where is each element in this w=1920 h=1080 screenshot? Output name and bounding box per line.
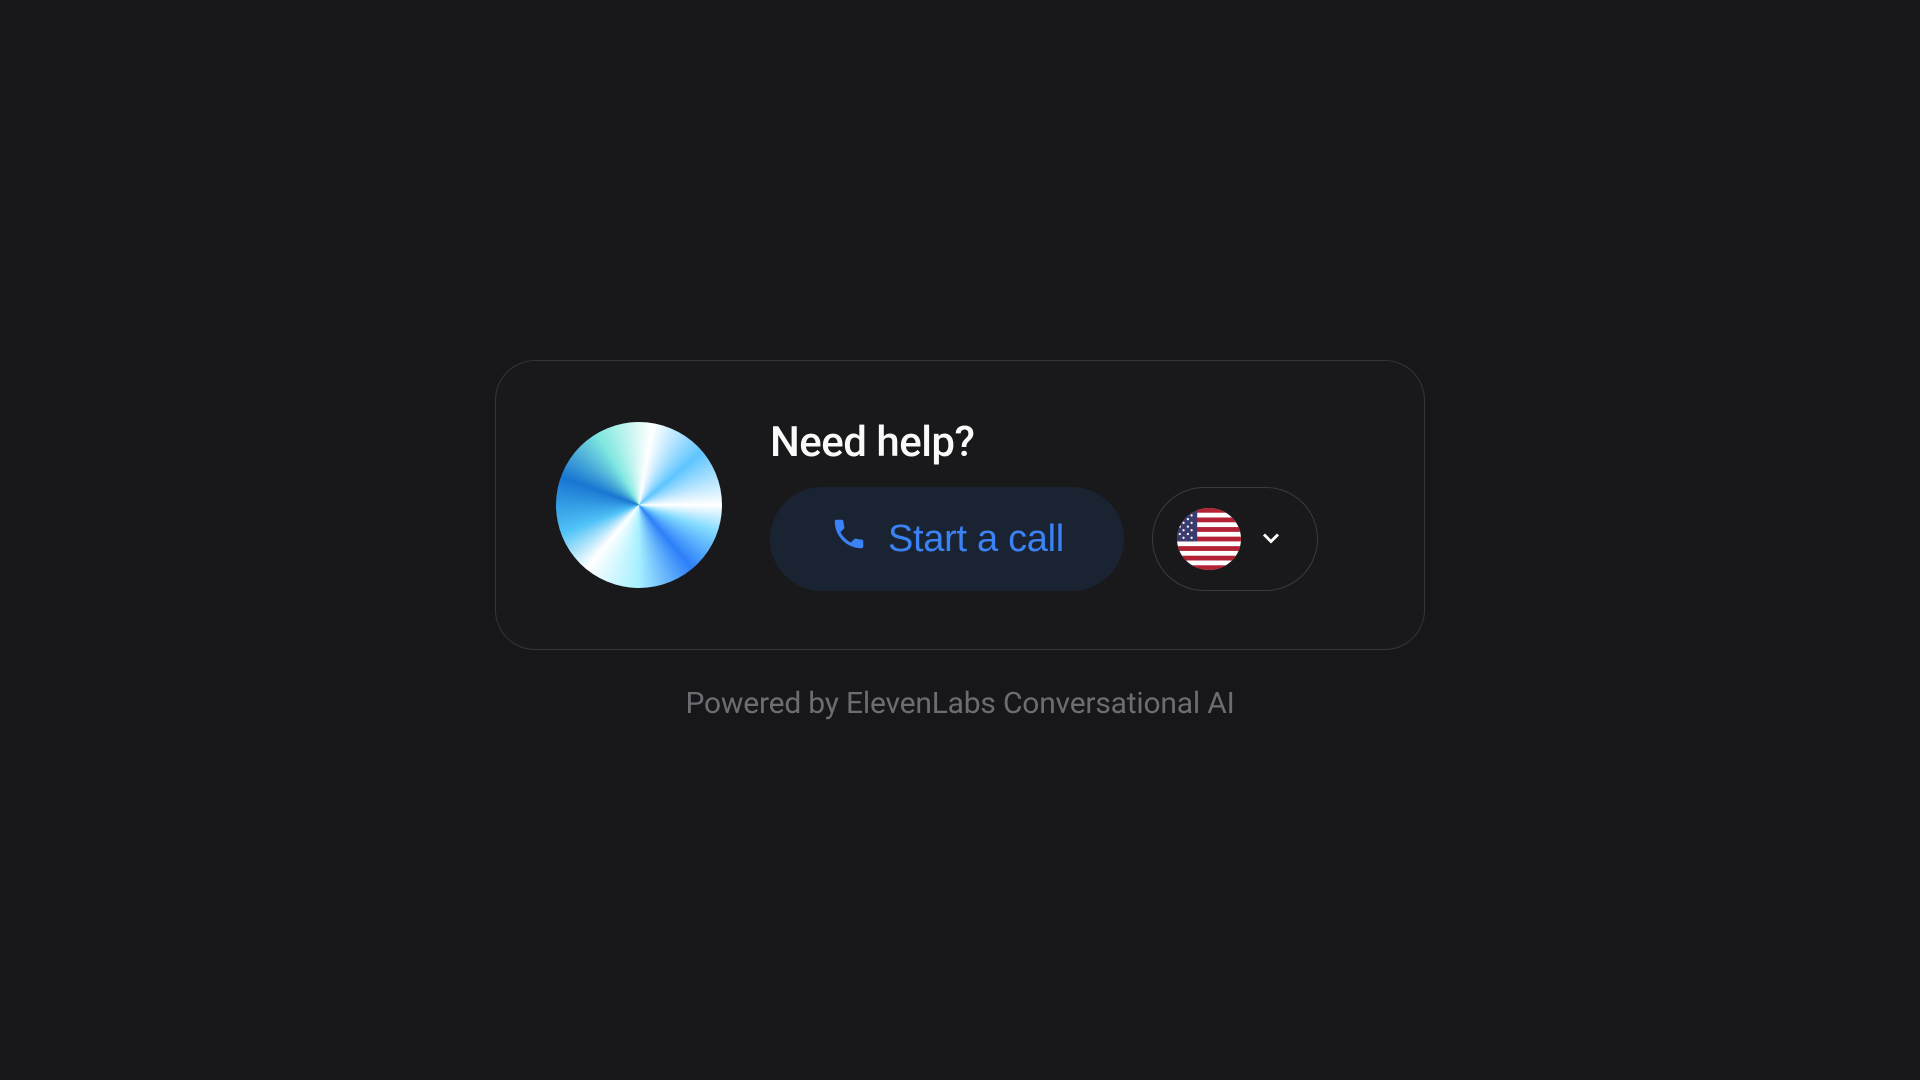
- us-flag-icon: [1177, 508, 1241, 570]
- start-call-button[interactable]: Start a call: [770, 487, 1124, 591]
- avatar-orb: [556, 422, 722, 588]
- language-selector[interactable]: [1152, 487, 1318, 591]
- action-row: Start a call: [770, 487, 1364, 591]
- powered-by-text: Powered by ElevenLabs Conversational AI: [685, 686, 1234, 721]
- start-call-label: Start a call: [888, 518, 1064, 561]
- chevron-down-icon: [1257, 524, 1285, 555]
- help-heading: Need help?: [770, 418, 1364, 467]
- help-widget-card: Need help? Start a call: [495, 360, 1425, 650]
- content-area: Need help? Start a call: [770, 418, 1364, 591]
- phone-icon: [830, 515, 868, 563]
